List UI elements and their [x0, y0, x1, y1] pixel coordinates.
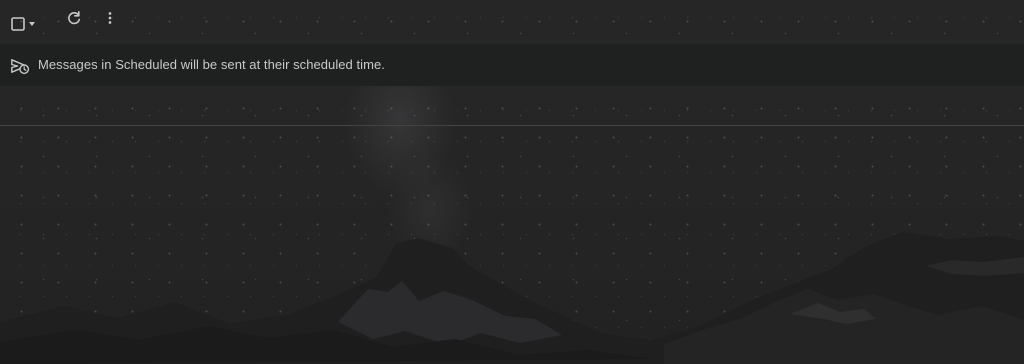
- more-vert-icon[interactable]: [98, 6, 122, 30]
- refresh-icon[interactable]: [62, 6, 86, 30]
- select-all-control[interactable]: [6, 6, 46, 31]
- content-divider: [0, 125, 1024, 126]
- scheduled-send-icon: [10, 57, 30, 75]
- scheduled-info-banner: Messages in Scheduled will be sent at th…: [0, 44, 1024, 86]
- caret-down-icon[interactable]: [25, 12, 39, 36]
- scheduled-mail-view: Messages in Scheduled will be sent at th…: [0, 0, 1024, 364]
- mail-toolbar: [0, 0, 1024, 36]
- banner-message: Messages in Scheduled will be sent at th…: [38, 57, 385, 72]
